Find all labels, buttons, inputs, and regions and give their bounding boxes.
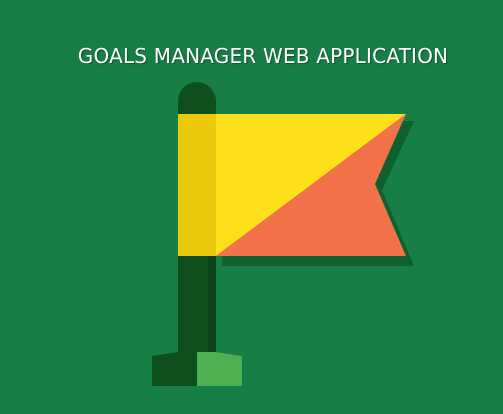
pole-cap — [178, 82, 216, 114]
flag-pole-strip — [178, 114, 216, 256]
flag-icon — [152, 82, 414, 386]
pole-shadow — [208, 256, 216, 356]
flag-base-highlight — [197, 352, 242, 386]
